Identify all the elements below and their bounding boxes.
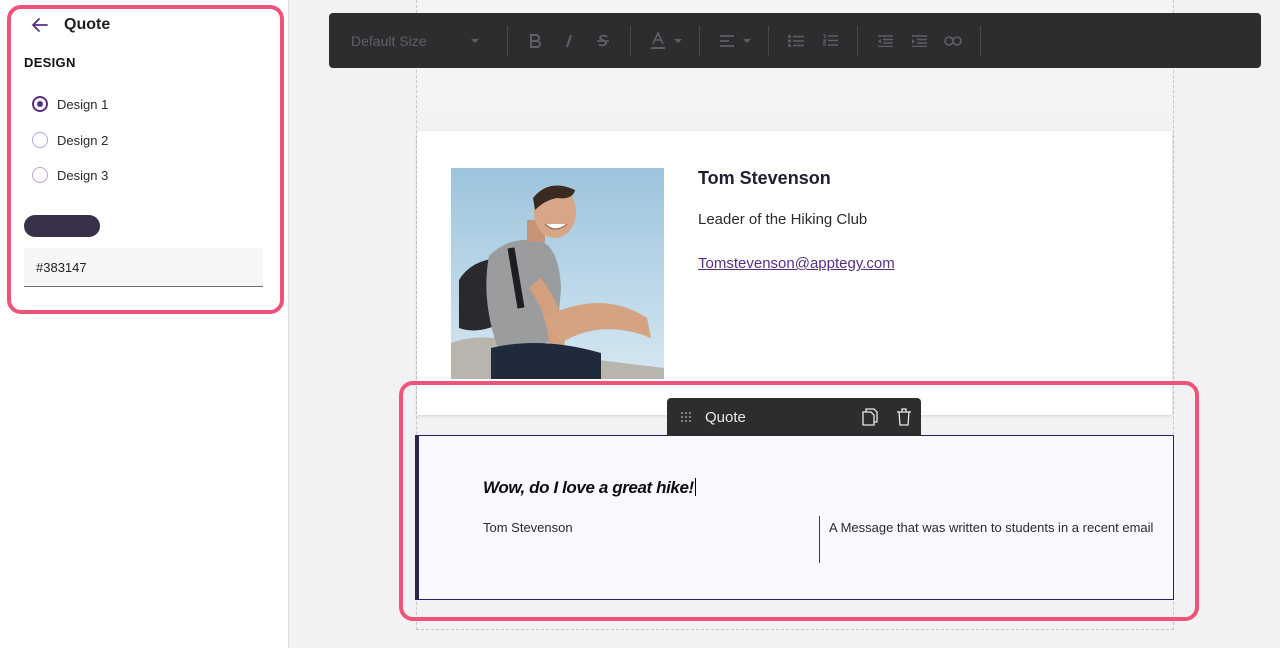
trash-icon[interactable] — [887, 402, 921, 432]
toolbar-divider — [768, 25, 769, 56]
quote-text[interactable]: Wow, do I love a great hike! — [483, 478, 696, 498]
profile-role: Leader of the Hiking Club — [698, 211, 868, 228]
chevron-down-icon[interactable] — [742, 38, 752, 44]
design-option-label: Design 1 — [57, 96, 109, 112]
align-icon[interactable] — [710, 26, 744, 56]
panel-title: Quote — [64, 16, 111, 33]
quote-block-toolbar: Quote — [667, 398, 921, 436]
quote-text-content: Wow, do I love a great hike! — [483, 478, 694, 497]
text-color-icon[interactable] — [641, 26, 675, 56]
toolbar-divider — [630, 25, 631, 56]
profile-name: Tom Stevenson — [698, 168, 831, 188]
design-option-2[interactable]: Design 2 — [32, 132, 108, 148]
toolbar-divider — [699, 25, 700, 56]
radio-unchecked-icon[interactable] — [32, 167, 48, 183]
profile-email-link[interactable]: Tomstevenson@apptegy.com — [698, 255, 895, 272]
chevron-down-icon[interactable] — [673, 38, 683, 44]
settings-panel: Quote DESIGN Design 1 Design 2 Design 3 — [0, 0, 289, 648]
strikethrough-icon[interactable] — [586, 26, 620, 56]
color-swatch-button[interactable] — [24, 215, 100, 237]
radio-unchecked-icon[interactable] — [32, 132, 48, 148]
text-cursor — [694, 478, 696, 496]
quote-context[interactable]: A Message that was written to students i… — [829, 520, 1153, 535]
drag-handle-icon[interactable] — [679, 410, 693, 424]
outdent-icon[interactable] — [868, 26, 902, 56]
quote-block[interactable]: Wow, do I love a great hike! Tom Stevens… — [415, 435, 1174, 600]
quote-author[interactable]: Tom Stevenson — [483, 520, 573, 535]
quote-divider — [819, 516, 820, 563]
chevron-down-icon — [471, 38, 480, 43]
design-option-1[interactable]: Design 1 — [32, 96, 108, 112]
link-icon[interactable] — [936, 26, 970, 56]
italic-icon[interactable] — [552, 26, 586, 56]
font-size-dropdown[interactable]: Default Size — [351, 33, 497, 49]
design-option-label: Design 3 — [57, 167, 109, 183]
design-option-3[interactable]: Design 3 — [32, 167, 108, 183]
toolbar-divider — [507, 25, 508, 56]
bullet-list-icon[interactable] — [779, 26, 813, 56]
formatting-toolbar: Default Size — [329, 13, 1261, 68]
back-arrow-icon[interactable] — [30, 15, 50, 35]
radio-checked-icon[interactable] — [32, 96, 48, 112]
design-option-label: Design 2 — [57, 132, 109, 148]
design-section-label: DESIGN — [24, 55, 76, 70]
color-hex-input[interactable] — [24, 248, 263, 287]
toolbar-divider — [857, 25, 858, 56]
toolbar-divider — [980, 25, 981, 56]
numbered-list-icon[interactable] — [813, 26, 847, 56]
bold-icon[interactable] — [518, 26, 552, 56]
indent-icon[interactable] — [902, 26, 936, 56]
duplicate-icon[interactable] — [853, 402, 887, 432]
profile-card[interactable]: Tom Stevenson Leader of the Hiking Club … — [417, 131, 1172, 415]
profile-photo — [451, 168, 664, 379]
panel-header: Quote — [30, 15, 110, 35]
block-type-label: Quote — [705, 408, 746, 426]
font-size-label: Default Size — [351, 32, 427, 49]
